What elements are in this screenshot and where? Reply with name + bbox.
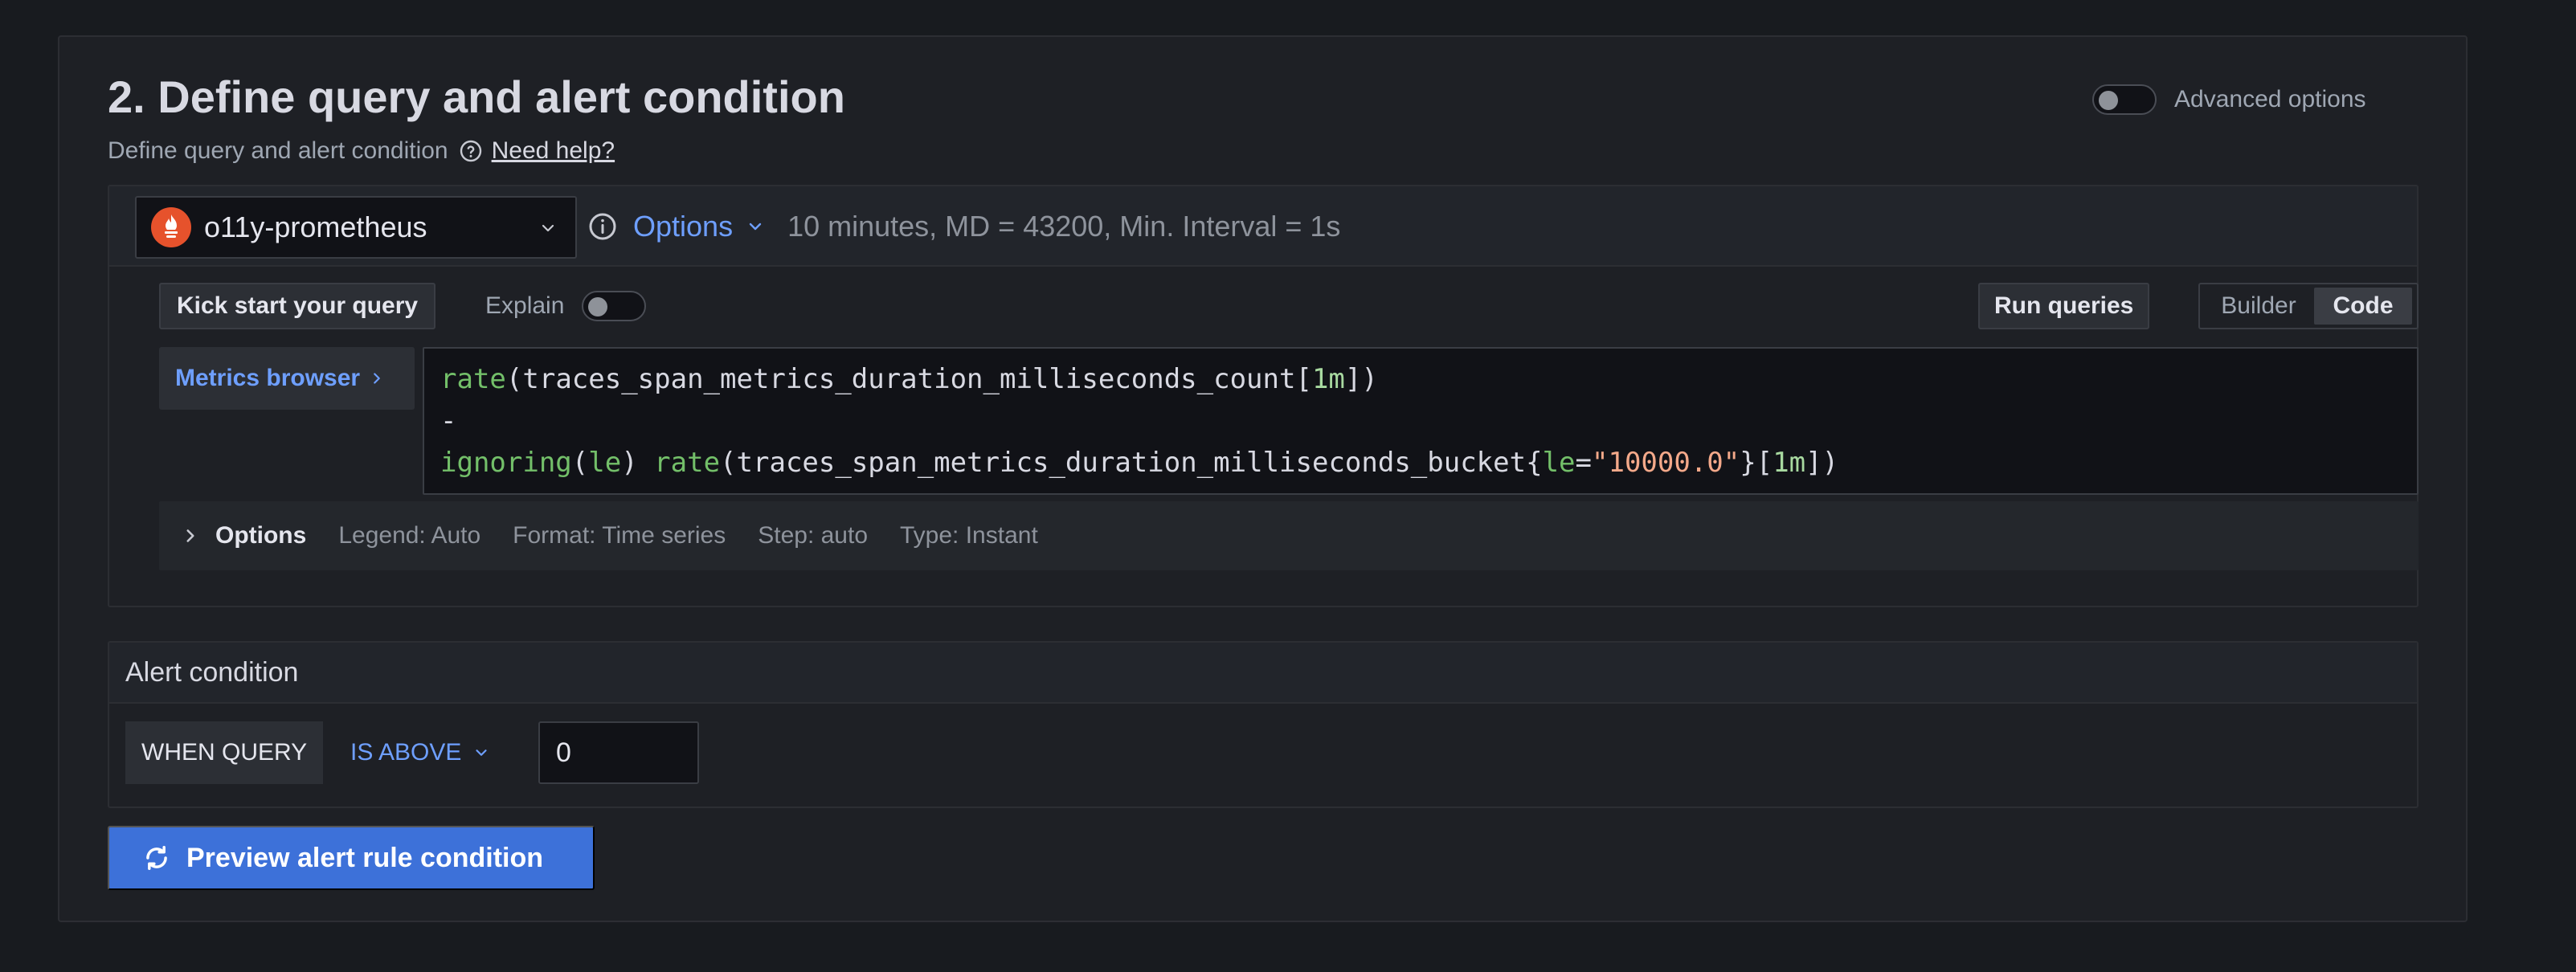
- explain-label: Explain: [485, 292, 565, 319]
- prometheus-logo-icon: [151, 207, 191, 247]
- preview-alert-rule-button[interactable]: Preview alert rule condition: [108, 826, 595, 890]
- run-queries-button[interactable]: Run queries: [1978, 283, 2150, 329]
- refresh-icon: [146, 845, 167, 871]
- explain-toggle-row[interactable]: Explain: [485, 286, 647, 326]
- promql-code-editor[interactable]: rate(traces_span_metrics_duration_millis…: [423, 347, 2419, 495]
- code-line-2: -: [440, 405, 457, 437]
- preview-button-label: Preview alert rule condition: [186, 842, 544, 873]
- options-step: Step: auto: [758, 522, 869, 549]
- datasource-picker[interactable]: o11y-prometheus: [135, 196, 577, 259]
- query-editor-panel: o11y-prometheus Options 10 minutes, MD =…: [108, 185, 2419, 607]
- query-options-bar: Options 10 minutes, MD = 43200, Min. Int…: [587, 204, 1340, 249]
- query-options-summary: 10 minutes, MD = 43200, Min. Interval = …: [787, 210, 1341, 243]
- chevron-down-icon: [542, 224, 554, 232]
- code-line-1: rate(traces_span_metrics_duration_millis…: [440, 363, 1378, 395]
- chevron-down-icon: [749, 223, 762, 231]
- chevron-down-icon: [476, 749, 488, 756]
- mode-builder-button[interactable]: Builder: [2203, 288, 2314, 325]
- mode-code-button[interactable]: Code: [2314, 288, 2412, 325]
- section-subtitle-row: Define query and alert condition Need he…: [108, 135, 615, 167]
- section-title: 2. Define query and alert condition: [108, 71, 845, 122]
- kick-start-query-button[interactable]: Kick start your query: [159, 283, 436, 329]
- metrics-browser-label: Metrics browser: [175, 365, 361, 391]
- options-legend: Legend: Auto: [338, 522, 481, 549]
- need-help-link[interactable]: Need help?: [492, 137, 615, 165]
- query-header: o11y-prometheus Options 10 minutes, MD =…: [109, 186, 2417, 267]
- alert-condition-title: Alert condition: [109, 643, 2417, 704]
- section-subtitle: Define query and alert condition: [108, 137, 448, 164]
- datasource-name: o11y-prometheus: [204, 210, 427, 243]
- metrics-browser-button[interactable]: Metrics browser: [159, 347, 415, 410]
- advanced-options-toggle-row[interactable]: Advanced options: [2092, 84, 2366, 116]
- advanced-options-switch[interactable]: [2092, 84, 2157, 115]
- query-options-label: Options: [633, 210, 734, 243]
- threshold-input[interactable]: [538, 721, 699, 784]
- advanced-options-label: Advanced options: [2174, 86, 2366, 112]
- options-type: Type: Instant: [900, 522, 1038, 549]
- operator-label: IS ABOVE: [350, 739, 462, 766]
- chevron-right-icon[interactable]: [180, 525, 201, 546]
- chevron-right-icon: [374, 373, 380, 384]
- code-line-3: ignoring(le) rate(traces_span_metrics_du…: [440, 447, 1839, 479]
- query-options-dropdown[interactable]: Options: [633, 210, 765, 243]
- operator-dropdown[interactable]: IS ABOVE: [350, 721, 490, 784]
- options-format: Format: Time series: [513, 522, 726, 549]
- editor-mode-toggle: Builder Code: [2198, 283, 2419, 329]
- options-row-title: Options: [215, 522, 307, 549]
- explain-switch[interactable]: [582, 291, 647, 321]
- query-options-collapsible[interactable]: Options Legend: Auto Format: Time series…: [159, 501, 2419, 570]
- when-query-label: WHEN QUERY: [125, 721, 324, 784]
- alert-condition-panel: Alert condition WHEN QUERY IS ABOVE: [108, 641, 2419, 808]
- question-circle-icon[interactable]: [458, 138, 484, 164]
- info-circle-icon[interactable]: [587, 210, 619, 243]
